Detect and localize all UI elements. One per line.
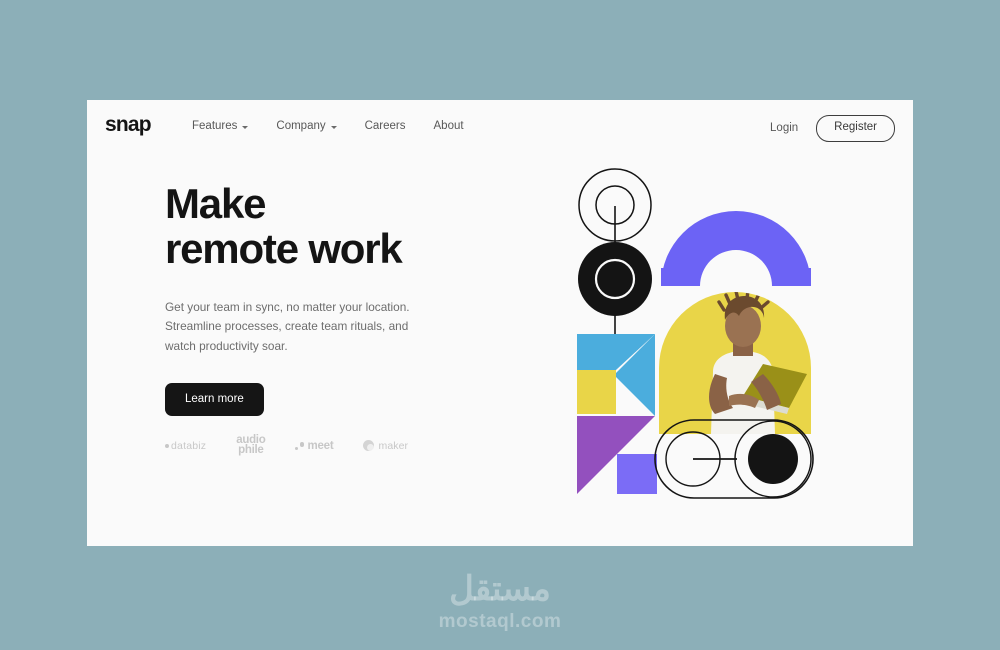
blue-square (617, 454, 657, 494)
nav-item-about[interactable]: About (434, 120, 464, 132)
watermark-arabic-text: مستقل (449, 570, 551, 608)
client-logo-meet-label: meet (307, 439, 334, 452)
learn-more-button[interactable]: Learn more (165, 382, 264, 417)
client-logo-maker: maker (363, 440, 408, 452)
dot-icon (165, 443, 169, 448)
nav-item-about-label: About (433, 120, 464, 132)
nav-item-careers-label: Careers (364, 120, 406, 132)
hero-content: Make remote work Get your team in sync, … (165, 180, 495, 417)
two-dots-icon (295, 442, 305, 450)
nav-item-company[interactable]: Company (276, 120, 337, 132)
website-preview-card: snap Features Company Careers About Logi… (87, 100, 913, 546)
watermark: مستقل mostaql.com (0, 572, 1000, 633)
purple-arch-shape (661, 211, 811, 286)
client-logo-meet: meet (295, 439, 334, 452)
yellow-square (577, 370, 616, 414)
login-link[interactable]: Login (770, 122, 798, 134)
yellow-dome-with-photo (659, 292, 811, 434)
nav-links: Features Company Careers About (192, 120, 464, 132)
brand-logo[interactable]: snap (105, 114, 152, 135)
client-logo-databiz: databiz (165, 440, 206, 452)
register-button[interactable]: Register (816, 115, 895, 142)
nav-item-features-label: Features (192, 120, 238, 132)
navbar: snap Features Company Careers About Logi… (87, 100, 913, 158)
client-logo-audiophile: audio phile (236, 434, 265, 456)
nav-item-features[interactable]: Features (192, 120, 249, 132)
watermark-latin-text: mostaql.com (438, 611, 562, 632)
hero-artwork (567, 158, 913, 546)
hero-description: Get your team in sync, no matter your lo… (165, 299, 410, 354)
page-title: Make remote work (165, 180, 403, 272)
ring-icon (363, 440, 375, 452)
client-logos: databiz audio phile meet maker (165, 434, 408, 456)
chevron-down-icon (242, 126, 249, 129)
client-logo-databiz-label: databiz (171, 439, 207, 452)
client-logo-maker-label: maker (378, 439, 409, 452)
client-logo-audiophile-label-bottom: phile (238, 443, 264, 456)
nav-item-careers[interactable]: Careers (365, 120, 406, 132)
nav-item-company-label: Company (276, 120, 326, 132)
black-ring-circle (578, 242, 652, 316)
navbar-actions: Login Register (770, 115, 895, 142)
chevron-down-icon (330, 126, 337, 129)
